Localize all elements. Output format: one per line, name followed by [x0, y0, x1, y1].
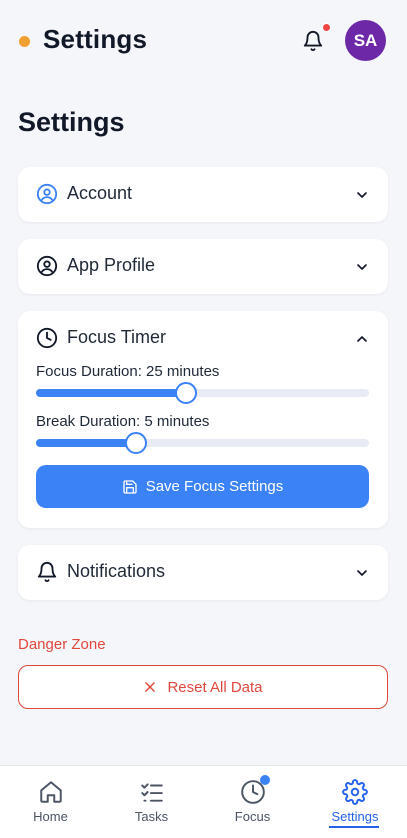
chevron-down-icon[interactable] — [354, 187, 370, 203]
reset-all-data-label: Reset All Data — [167, 678, 263, 696]
nav-settings[interactable]: Settings — [303, 766, 407, 838]
save-focus-settings-button[interactable]: Save Focus Settings — [36, 465, 369, 508]
top-bar: Settings SA — [0, 0, 407, 82]
focus-duration-thumb[interactable] — [174, 382, 197, 404]
profile-icon — [36, 255, 58, 277]
notifications-label: Notifications — [67, 561, 166, 581]
save-icon — [123, 479, 137, 494]
app-profile-label: App Profile — [67, 255, 156, 275]
app-profile-section[interactable]: App Profile — [18, 239, 388, 294]
focus-timer-label: Focus Timer — [67, 327, 167, 347]
chevron-down-icon[interactable] — [354, 565, 370, 581]
danger-zone-title: Danger Zone — [18, 636, 106, 653]
focus-timer-header[interactable]: Focus Timer — [18, 311, 388, 366]
close-icon — [145, 682, 156, 692]
nav-home-label: Home — [33, 809, 68, 824]
app: Settings SA Settings Account App Profile… — [0, 0, 407, 838]
nav-focus[interactable]: Focus — [202, 766, 303, 838]
clock-icon — [36, 327, 58, 349]
bell-icon[interactable] — [302, 30, 324, 52]
page-title: Settings — [18, 107, 125, 137]
save-focus-settings-label: Save Focus Settings — [145, 478, 284, 495]
checklist-icon — [141, 783, 163, 802]
bell-icon — [37, 562, 57, 583]
avatar[interactable]: SA — [345, 20, 386, 61]
break-duration-label: Break Duration: 5 minutes — [36, 413, 210, 430]
active-tab-indicator — [329, 826, 379, 828]
nav-focus-label: Focus — [234, 809, 271, 824]
focus-duration-label: Focus Duration: 25 minutes — [36, 363, 220, 380]
nav-tasks-label: Tasks — [134, 809, 169, 824]
notifications-header[interactable]: Notifications — [18, 545, 388, 600]
chevron-down-icon[interactable] — [354, 259, 370, 275]
focus-duration-slider[interactable] — [36, 382, 369, 404]
user-circle-icon — [36, 183, 58, 205]
chevron-up-icon[interactable] — [354, 331, 370, 347]
focus-badge — [260, 775, 270, 785]
break-duration-thumb[interactable] — [124, 432, 147, 454]
reset-all-data-button[interactable]: Reset All Data — [18, 665, 388, 709]
account-header[interactable]: Account — [18, 167, 388, 222]
notification-badge — [322, 23, 331, 32]
focus-duration-fill — [36, 389, 186, 397]
notifications-section[interactable]: Notifications — [18, 545, 388, 600]
focus-timer-section: Focus Timer Focus Duration: 25 minutes B… — [18, 311, 388, 528]
nav-settings-label: Settings — [331, 809, 379, 824]
account-section[interactable]: Account — [18, 167, 388, 222]
status-dot — [19, 36, 30, 47]
home-icon — [40, 781, 62, 803]
account-label: Account — [67, 183, 133, 203]
bottom-nav: Home Tasks Focus Settings — [0, 765, 407, 838]
break-duration-slider[interactable] — [36, 432, 369, 454]
gear-icon — [342, 779, 368, 805]
nav-home[interactable]: Home — [0, 766, 101, 838]
nav-tasks[interactable]: Tasks — [101, 766, 202, 838]
app-title: Settings — [43, 24, 148, 54]
break-duration-fill — [36, 439, 136, 447]
app-profile-header[interactable]: App Profile — [18, 239, 388, 294]
